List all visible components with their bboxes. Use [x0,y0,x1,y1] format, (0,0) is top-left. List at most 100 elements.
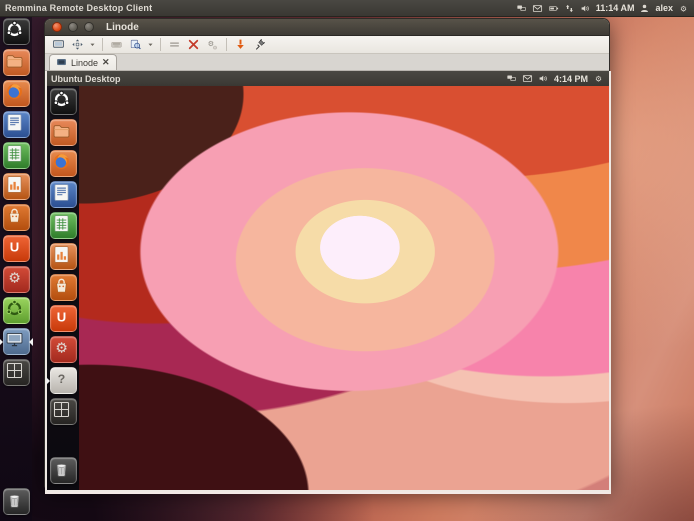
system-settings-icon: ⚙ [51,337,76,362]
home-folder-icon [4,50,29,75]
toolbar-disconnect-button[interactable] [252,37,267,52]
mail-icon[interactable] [532,3,543,14]
libreoffice-calc-icon [4,143,29,168]
svg-text:⚙: ⚙ [680,4,687,13]
network-icon[interactable] [506,73,517,84]
help-icon: ? [51,368,76,393]
libreoffice-writer-icon [51,182,76,207]
caret-down-icon[interactable] [89,37,96,52]
host-clock[interactable]: 11:14 AM [596,3,635,13]
toolbar-grab-keyboard-button[interactable] [109,37,124,52]
volume-icon[interactable] [538,73,549,84]
mail-icon[interactable] [522,73,533,84]
launcher-item-firefox[interactable] [47,148,79,179]
volume-icon[interactable] [580,3,591,14]
libreoffice-impress-icon [51,244,76,269]
toolbar-tools-button[interactable] [186,37,201,52]
remmina-icon [4,329,29,354]
launcher-item-libreoffice-writer[interactable] [0,109,32,140]
launcher-item-libreoffice-calc[interactable] [0,140,32,171]
remote-session-menu[interactable]: ⚙ [593,73,604,84]
launcher-item-help[interactable]: ? [47,365,79,396]
launcher-item-ubuntu-green[interactable] [0,295,32,326]
svg-text:U: U [9,239,18,254]
launcher-item-libreoffice-writer[interactable] [47,179,79,210]
launcher-item-trash[interactable] [47,455,79,486]
trash-icon [4,489,29,514]
window-titlebar[interactable]: Linode [45,19,609,36]
window-maximize-button[interactable] [84,22,94,32]
toolbar-separator [160,38,161,51]
ubuntu-one-icon: U [4,236,29,261]
session-gear-icon[interactable]: ⚙ [593,73,604,84]
caret-down-icon[interactable] [147,37,154,52]
host-username[interactable]: alex [655,3,673,13]
toolbar-import-button[interactable] [233,37,248,52]
launcher-item-ubuntu-one[interactable]: U [0,233,32,264]
launcher-item-home-folder[interactable] [47,117,79,148]
libreoffice-impress-icon [4,174,29,199]
libreoffice-calc-icon [51,213,76,238]
desktop: Remmina Remote Desktop Client 11:14 AM a… [0,0,694,521]
host-user-menu[interactable]: alex [639,3,673,14]
host-top-panel: Remmina Remote Desktop Client 11:14 AM a… [0,0,694,17]
tab-label[interactable]: Linode [71,58,98,68]
launcher-item-dash-home[interactable] [0,16,32,47]
software-center-icon [51,275,76,300]
remote-top-panel[interactable]: Ubuntu Desktop 4:14 PM ⚙ [47,71,609,86]
window-close-button[interactable] [52,22,62,32]
software-center-icon [4,205,29,230]
svg-text:U: U [56,309,65,324]
tab-close-icon[interactable]: ✕ [102,57,110,68]
launcher-item-software-center[interactable] [0,202,32,233]
running-pip-icon [46,377,50,385]
host-session-menu[interactable]: ⚙ [678,3,689,14]
battery-icon[interactable] [548,3,559,14]
svg-text:⚙: ⚙ [595,74,602,83]
launcher-item-libreoffice-impress[interactable] [47,241,79,272]
tab-bar: Linode ✕ [45,54,609,71]
user-icon [639,3,650,14]
remote-indicator-tray [506,73,549,84]
launcher-item-system-settings[interactable]: ⚙ [0,264,32,295]
window-minimize-button[interactable] [68,22,78,32]
launcher-item-system-settings[interactable]: ⚙ [47,334,79,365]
workspace-switcher-icon [4,360,29,385]
launcher-item-workspace-switcher[interactable] [0,357,32,388]
launcher-item-remmina[interactable] [0,326,32,357]
focused-arrow-icon [29,338,33,346]
svg-text:⚙: ⚙ [55,340,68,356]
launcher-item-ubuntu-one[interactable]: U [47,303,79,334]
ubuntu-one-icon: U [51,306,76,331]
host-panel-app-title: Remmina Remote Desktop Client [5,3,152,13]
dash-home-icon [51,89,76,114]
libreoffice-writer-icon [4,112,29,137]
launcher-item-software-center[interactable] [47,272,79,303]
network-icon[interactable] [516,3,527,14]
toolbar-gears-button[interactable]: ⚙⚙ [205,37,220,52]
remote-wallpaper[interactable] [79,86,609,490]
system-settings-icon: ⚙ [4,267,29,292]
remote-clock[interactable]: 4:14 PM [554,74,588,84]
toolbar-scaled-mode-button[interactable] [167,37,182,52]
svg-text:?: ? [57,372,64,386]
session-gear-icon[interactable]: ⚙ [678,3,689,14]
launcher-item-home-folder[interactable] [0,47,32,78]
remote-desktop-view[interactable]: Ubuntu Desktop 4:14 PM ⚙ U ⚙? [45,71,611,494]
remote-launcher: U ⚙? [47,86,79,490]
ubuntu-green-icon [4,298,29,323]
launcher-item-dash-home[interactable] [47,86,79,117]
toolbar-fullscreen-button[interactable] [51,37,66,52]
launcher-item-libreoffice-impress[interactable] [0,171,32,202]
firefox-icon [51,151,76,176]
remmina-window: Linode ⚙⚙ Linode ✕ Ubuntu Desktop 4:14 P… [44,18,610,488]
launcher-item-workspace-switcher[interactable] [47,396,79,427]
trash-icon [51,458,76,483]
launcher-item-trash[interactable] [0,486,32,517]
launcher-item-libreoffice-calc[interactable] [47,210,79,241]
sync-arrows-icon[interactable] [564,3,575,14]
toolbar-scale-button[interactable] [70,37,85,52]
launcher-item-firefox[interactable] [0,78,32,109]
toolbar-screenshot-button[interactable] [128,37,143,52]
tab-linode[interactable]: Linode ✕ [49,54,117,70]
